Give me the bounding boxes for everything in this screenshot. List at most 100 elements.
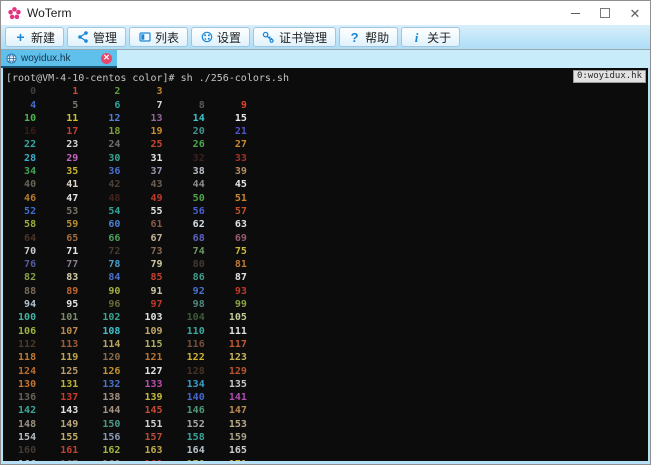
color-cell: 69 xyxy=(217,233,259,244)
color-cell: 35 xyxy=(48,166,90,177)
color-cell: 11 xyxy=(48,113,90,124)
color-cell: 78 xyxy=(90,259,132,270)
color-cell: 163 xyxy=(132,445,174,456)
color-cell: 0 xyxy=(6,86,48,97)
color-cell: 44 xyxy=(175,179,217,190)
color-cell: 53 xyxy=(48,206,90,217)
color-cell: 76 xyxy=(6,259,48,270)
certificates-button[interactable]: 证书管理 xyxy=(253,27,336,47)
window-controls: ✕ xyxy=(560,1,650,25)
color-cell: 21 xyxy=(217,126,259,137)
close-button[interactable]: ✕ xyxy=(620,1,650,25)
color-cell: 95 xyxy=(48,299,90,310)
color-cell: 118 xyxy=(6,352,48,363)
help-button[interactable]: ?帮助 xyxy=(339,27,398,47)
color-cell: 132 xyxy=(90,379,132,390)
color-cell: 137 xyxy=(48,392,90,403)
color-cell: 159 xyxy=(217,432,259,443)
color-cell: 98 xyxy=(175,299,217,310)
color-cell: 73 xyxy=(132,246,174,257)
color-cell: 46 xyxy=(6,193,48,204)
color-cell: 94 xyxy=(6,299,48,310)
color-cell: 80 xyxy=(175,259,217,270)
titlebar: WoTerm ✕ xyxy=(1,1,650,25)
palette-icon xyxy=(200,31,213,44)
color-cell: 150 xyxy=(90,419,132,430)
color-cell: 48 xyxy=(90,193,132,204)
color-cell: 52 xyxy=(6,206,48,217)
color-cell: 85 xyxy=(132,272,174,283)
color-cell: 120 xyxy=(90,352,132,363)
new-session-button[interactable]: +新建 xyxy=(5,27,64,47)
color-cell: 139 xyxy=(132,392,174,403)
color-cell: 156 xyxy=(90,432,132,443)
color-cell: 54 xyxy=(90,206,132,217)
color-cell: 167 xyxy=(48,459,90,461)
minimize-button[interactable] xyxy=(560,1,590,25)
color-cell: 112 xyxy=(6,339,48,350)
settings-button[interactable]: 设置 xyxy=(191,27,250,47)
color-cell: 145 xyxy=(132,405,174,416)
list-button[interactable]: 列表 xyxy=(129,27,188,47)
color-cell: 75 xyxy=(217,246,259,257)
color-cell: 37 xyxy=(132,166,174,177)
color-cell: 119 xyxy=(48,352,90,363)
tab-woyidux-hk[interactable]: woyidux.hk ✕ xyxy=(1,50,117,68)
app-window: WoTerm ✕ +新建管理列表设置证书管理?帮助i关于 woyidux.hk … xyxy=(0,0,651,465)
color-cell: 13 xyxy=(132,113,174,124)
color-cell: 161 xyxy=(48,445,90,456)
share-icon xyxy=(76,31,89,44)
tab-close-button[interactable]: ✕ xyxy=(101,53,112,64)
color-cell: 102 xyxy=(90,312,132,323)
terminal[interactable]: 0:woyidux.hk [root@VM-4-10-centos color]… xyxy=(3,68,648,461)
color-cell: 18 xyxy=(90,126,132,137)
color-cell: 26 xyxy=(175,139,217,150)
manage-button[interactable]: 管理 xyxy=(67,27,126,47)
globe-icon xyxy=(6,53,17,64)
color-cell: 67 xyxy=(132,233,174,244)
color-cell: 8 xyxy=(175,100,217,111)
color-cell: 135 xyxy=(217,379,259,390)
color-cell: 148 xyxy=(6,419,48,430)
color-cell: 169 xyxy=(132,459,174,461)
color-cell: 103 xyxy=(132,312,174,323)
color-cell: 142 xyxy=(6,405,48,416)
color-cell: 38 xyxy=(175,166,217,177)
color-cell: 25 xyxy=(132,139,174,150)
color-cell: 83 xyxy=(48,272,90,283)
color-cell: 20 xyxy=(175,126,217,137)
color-cell: 141 xyxy=(217,392,259,403)
close-icon: ✕ xyxy=(630,7,641,20)
color-cell: 29 xyxy=(48,153,90,164)
color-cell: 89 xyxy=(48,286,90,297)
color-cell: 100 xyxy=(6,312,48,323)
color-cell: 117 xyxy=(217,339,259,350)
color-cell: 152 xyxy=(175,419,217,430)
color-cell: 133 xyxy=(132,379,174,390)
color-cell: 36 xyxy=(90,166,132,177)
about-button[interactable]: i关于 xyxy=(401,27,460,47)
color-cell: 155 xyxy=(48,432,90,443)
color-cell: 86 xyxy=(175,272,217,283)
color-cell: 151 xyxy=(132,419,174,430)
color-cell: 166 xyxy=(6,459,48,461)
color-cell: 47 xyxy=(48,193,90,204)
minimize-icon xyxy=(571,13,580,14)
color-cell: 49 xyxy=(132,193,174,204)
color-cell: 107 xyxy=(48,326,90,337)
plus-icon: + xyxy=(14,31,27,44)
color-cell: 1 xyxy=(48,86,90,97)
color-cell: 147 xyxy=(217,405,259,416)
color-cell: 125 xyxy=(48,366,90,377)
color-cell: 3 xyxy=(132,86,174,97)
color-cell: 5 xyxy=(48,100,90,111)
color-cell: 87 xyxy=(217,272,259,283)
color-cell: 127 xyxy=(132,366,174,377)
color-cell: 77 xyxy=(48,259,90,270)
color-cell: 131 xyxy=(48,379,90,390)
color-cell: 116 xyxy=(175,339,217,350)
color-cell: 23 xyxy=(48,139,90,150)
color-cell: 170 xyxy=(175,459,217,461)
color-cell: 56 xyxy=(175,206,217,217)
maximize-button[interactable] xyxy=(590,1,620,25)
